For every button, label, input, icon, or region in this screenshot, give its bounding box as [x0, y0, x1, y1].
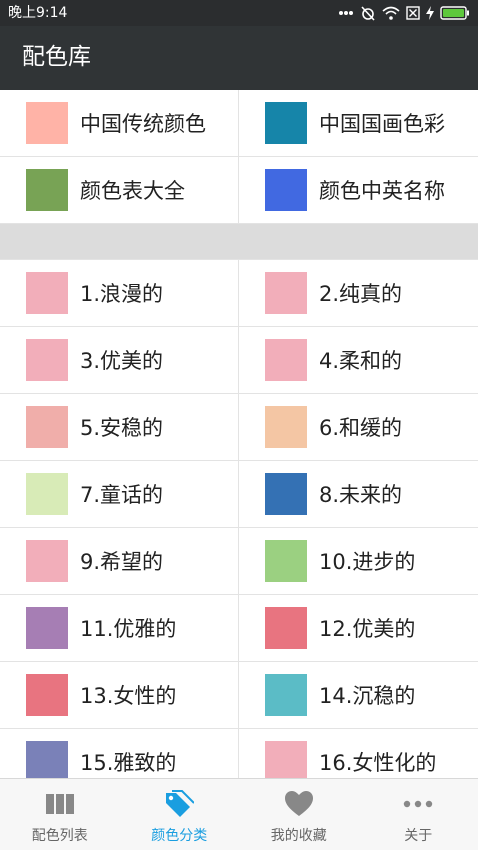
color-swatch: [265, 339, 307, 381]
style-cell[interactable]: 7.童话的: [0, 461, 239, 527]
style-cell[interactable]: 3.优美的: [0, 327, 239, 393]
color-swatch: [26, 540, 68, 582]
style-cell[interactable]: 13.女性的: [0, 662, 239, 728]
color-swatch: [26, 168, 68, 211]
style-cell[interactable]: 12.优美的: [239, 595, 478, 661]
grid-row: 中国传统颜色 中国国画色彩: [0, 90, 478, 157]
style-cell[interactable]: 6.和缓的: [239, 394, 478, 460]
nav-label: 关于: [404, 828, 433, 844]
columns-icon: [45, 790, 75, 818]
style-label: 11.优雅的: [80, 617, 177, 641]
nav-label: 颜色分类: [151, 828, 208, 844]
color-swatch: [26, 272, 68, 314]
style-label: 16.女性化的: [319, 751, 437, 775]
category-label: 颜色中英名称: [319, 178, 445, 203]
color-swatch: [265, 607, 307, 649]
category-label: 中国传统颜色: [80, 111, 206, 136]
color-swatch: [265, 540, 307, 582]
style-label: 10.进步的: [319, 550, 416, 574]
style-cell[interactable]: 16.女性化的: [239, 729, 478, 778]
style-label: 6.和缓的: [319, 416, 403, 440]
category-label: 中国国画色彩: [319, 111, 445, 136]
list-row: 3.优美的 4.柔和的: [0, 327, 478, 394]
color-swatch: [26, 101, 68, 144]
style-label: 1.浪漫的: [80, 282, 164, 306]
style-label: 8.未来的: [319, 483, 403, 507]
grid-row: 颜色表大全 颜色中英名称: [0, 156, 478, 224]
color-swatch: [265, 406, 307, 448]
nav-color-category[interactable]: 颜色分类: [120, 779, 240, 850]
color-swatch: [265, 101, 307, 144]
color-swatch: [26, 674, 68, 716]
color-swatch: [265, 168, 307, 211]
page-title: 配色库: [22, 44, 91, 70]
color-swatch: [265, 674, 307, 716]
style-label: 9.希望的: [80, 550, 164, 574]
tag-icon: [164, 790, 195, 818]
style-label: 15.雅致的: [80, 751, 177, 775]
more-dots-icon: [403, 790, 433, 818]
style-label: 13.女性的: [80, 684, 177, 708]
color-swatch: [265, 473, 307, 515]
heart-icon: [284, 790, 314, 818]
app-bar: 配色库: [0, 26, 478, 90]
style-label: 14.沉稳的: [319, 684, 416, 708]
style-label: 3.优美的: [80, 349, 164, 373]
style-cell[interactable]: 4.柔和的: [239, 327, 478, 393]
list-row: 5.安稳的 6.和缓的: [0, 394, 478, 461]
style-cell[interactable]: 10.进步的: [239, 528, 478, 594]
style-cell[interactable]: 2.纯真的: [239, 260, 478, 326]
more-dots-status-icon: [339, 11, 353, 15]
color-style-list: 1.浪漫的 2.纯真的 3.优美的 4.柔和的 5.安稳的 6.和缓的 7.童话…: [0, 260, 478, 778]
category-cell[interactable]: 颜色中英名称: [239, 157, 478, 224]
battery-icon: [440, 6, 469, 20]
content-scroll[interactable]: 中国传统颜色 中国国画色彩 颜色表大全 颜色中英名称 1.浪漫的 2.纯真的 3…: [0, 90, 478, 778]
nav-about[interactable]: 关于: [359, 779, 478, 850]
style-cell[interactable]: 8.未来的: [239, 461, 478, 527]
status-bar: 晚上9:14: [0, 0, 478, 26]
wifi-icon: [382, 6, 400, 20]
color-swatch: [26, 339, 68, 381]
style-cell[interactable]: 11.优雅的: [0, 595, 239, 661]
top-category-grid: 中国传统颜色 中国国画色彩 颜色表大全 颜色中英名称: [0, 90, 478, 223]
category-cell[interactable]: 中国传统颜色: [0, 90, 239, 156]
color-swatch: [26, 607, 68, 649]
list-row: 9.希望的 10.进步的: [0, 528, 478, 595]
style-cell[interactable]: 5.安稳的: [0, 394, 239, 460]
list-row: 11.优雅的 12.优美的: [0, 595, 478, 662]
color-swatch: [265, 272, 307, 314]
no-sim-icon: [406, 6, 420, 20]
category-cell[interactable]: 中国国画色彩: [239, 90, 478, 156]
list-row: 13.女性的 14.沉稳的: [0, 662, 478, 729]
style-label: 5.安稳的: [80, 416, 164, 440]
color-swatch: [265, 741, 307, 778]
list-row: 15.雅致的 16.女性化的: [0, 729, 478, 778]
bottom-nav: 配色列表 颜色分类 我的收藏 关于: [0, 778, 478, 850]
style-label: 2.纯真的: [319, 282, 403, 306]
charging-icon: [426, 6, 434, 20]
style-label: 12.优美的: [319, 617, 416, 641]
category-cell[interactable]: 颜色表大全: [0, 156, 239, 223]
nav-label: 配色列表: [31, 828, 88, 844]
list-row: 7.童话的 8.未来的: [0, 461, 478, 528]
section-divider: [0, 223, 478, 260]
alarm-off-icon: [361, 6, 375, 21]
category-label: 颜色表大全: [80, 178, 185, 203]
style-cell[interactable]: 14.沉稳的: [239, 662, 478, 728]
color-swatch: [26, 406, 68, 448]
status-icons: [338, 4, 470, 22]
color-swatch: [26, 473, 68, 515]
nav-my-favorites[interactable]: 我的收藏: [239, 779, 359, 850]
color-swatch: [26, 741, 68, 778]
style-label: 4.柔和的: [319, 349, 403, 373]
list-row: 1.浪漫的 2.纯真的: [0, 260, 478, 327]
status-time: 晚上9:14: [8, 5, 68, 21]
style-cell[interactable]: 9.希望的: [0, 528, 239, 594]
style-cell[interactable]: 15.雅致的: [0, 729, 239, 778]
style-label: 7.童话的: [80, 483, 164, 507]
nav-color-list[interactable]: 配色列表: [0, 779, 120, 850]
style-cell[interactable]: 1.浪漫的: [0, 260, 239, 326]
nav-label: 我的收藏: [270, 828, 327, 844]
